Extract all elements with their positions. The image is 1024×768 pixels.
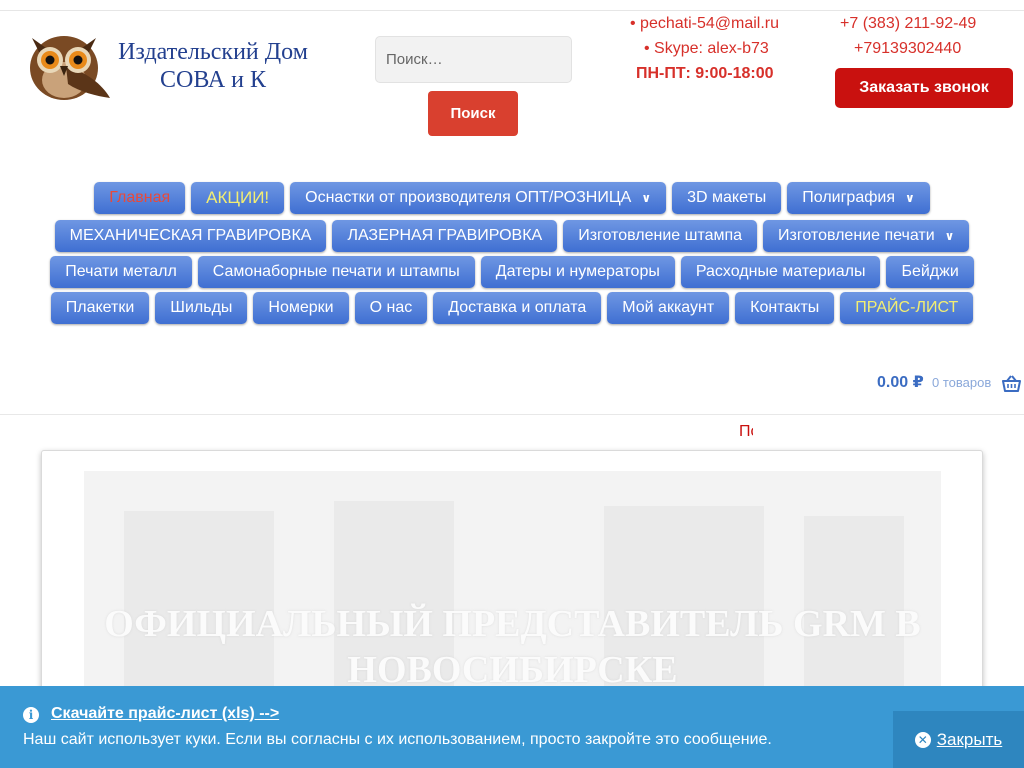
menu-item-label: Датеры и нумераторы (495, 263, 660, 280)
menu-item-metal-seals[interactable]: Печати металл (50, 256, 192, 288)
menu-item-label: ЛАЗЕРНАЯ ГРАВИРОВКА (347, 227, 543, 244)
info-icon: i (23, 707, 39, 723)
menu-item-label: Мой аккаунт (622, 299, 715, 316)
header-divider (0, 414, 1024, 415)
menu-row-1: Главная АКЦИИ! Оснастки от производителя… (0, 182, 1024, 214)
menu-item-laser-engraving[interactable]: ЛАЗЕРНАЯ ГРАВИРОВКА (332, 220, 558, 252)
price-list-download-link[interactable]: Скачайте прайс-лист (xls) --> (51, 705, 279, 723)
menu-item-price-list[interactable]: ПРАЙС-ЛИСТ (840, 292, 974, 324)
menu-row-3: Печати металл Самонаборные печати и штам… (0, 256, 1024, 288)
menu-item-self-inking[interactable]: Самонаборные печати и штампы (197, 256, 475, 288)
site-logo[interactable]: Издательский Дом СОВА и К (16, 26, 326, 106)
menu-item-label: АКЦИИ! (206, 188, 270, 207)
top-divider (0, 10, 1024, 11)
menu-item-label: 3D макеты (687, 189, 767, 206)
phone-1[interactable]: +7 (383) 211-92-49 (840, 14, 976, 34)
cart-total[interactable]: 0.00 ₽ (877, 372, 924, 392)
chevron-down-icon[interactable]: ∨ (641, 182, 651, 214)
menu-item-label: Изготовление штампа (578, 227, 743, 244)
menu-item-label: Контакты (750, 299, 820, 316)
phone-2[interactable]: +79139302440 (854, 39, 961, 59)
cookie-close-button[interactable]: ✕ Закрыть (893, 711, 1024, 768)
logo-line-1: Издательский Дом (118, 39, 308, 65)
contact-email[interactable]: • pechati-54@mail.ru (630, 14, 779, 34)
close-label: Закрыть (936, 729, 1003, 749)
menu-item-seal-making[interactable]: Изготовление печати ∨ (763, 220, 970, 252)
logo-text: Издательский Дом СОВА и К (98, 38, 328, 94)
cart-count[interactable]: 0 товаров (932, 375, 991, 390)
menu-row-2: МЕХАНИЧЕСКАЯ ГРАВИРОВКА ЛАЗЕРНАЯ ГРАВИРО… (0, 220, 1024, 252)
menu-item-contacts[interactable]: Контакты (735, 292, 835, 324)
menu-item-label: МЕХАНИЧЕСКАЯ ГРАВИРОВКА (69, 227, 312, 244)
menu-item-about[interactable]: О нас (354, 292, 428, 324)
banner-title-line-1: ОФИЦИАЛЬНЫЙ ПРЕДСТАВИТЕЛЬ GRM В (104, 603, 921, 645)
menu-item-stamps-wholesale[interactable]: Оснастки от производителя ОПТ/РОЗНИЦА ∨ (290, 182, 667, 214)
menu-item-label: Изготовление печати (778, 227, 935, 244)
menu-item-promo[interactable]: АКЦИИ! (191, 182, 285, 214)
menu-item-label: Оснастки от производителя ОПТ/РОЗНИЦА (305, 189, 632, 206)
menu-item-daters[interactable]: Датеры и нумераторы (480, 256, 675, 288)
callback-button[interactable]: Заказать звонок (835, 68, 1013, 108)
close-circle-icon: ✕ (914, 731, 931, 748)
menu-item-3d-models[interactable]: 3D макеты (672, 182, 782, 214)
menu-item-label: Шильды (170, 299, 233, 316)
logo-line-2: СОВА и К (159, 67, 267, 93)
menu-item-label: Бейджи (901, 263, 959, 280)
menu-item-mechanical-engraving[interactable]: МЕХАНИЧЕСКАЯ ГРАВИРОВКА (54, 220, 327, 252)
menu-item-label: Печати металл (65, 263, 177, 280)
basket-icon[interactable] (1002, 375, 1021, 392)
menu-item-consumables[interactable]: Расходные материалы (680, 256, 881, 288)
menu-item-label: Главная (109, 189, 171, 206)
menu-item-stamp-making[interactable]: Изготовление штампа (563, 220, 758, 252)
cookie-message: Наш сайт использует куки. Если вы соглас… (23, 731, 772, 748)
menu-item-label: Доставка и оплата (448, 299, 587, 316)
menu-item-label: Номерки (268, 299, 334, 316)
menu-item-badges[interactable]: Бейджи (886, 256, 974, 288)
menu-item-account[interactable]: Мой аккаунт (607, 292, 730, 324)
search-input[interactable] (375, 36, 572, 83)
working-hours: ПН-ПТ: 9:00-18:00 (636, 65, 774, 82)
menu-row-4: Плакетки Шильды Номерки О нас Доставка и… (0, 292, 1024, 324)
menu-item-label: Плакетки (65, 299, 135, 316)
contact-skype[interactable]: • Skype: alex-b73 (644, 39, 769, 59)
chevron-down-icon[interactable]: ∨ (945, 220, 955, 252)
menu-item-label: Расходные материалы (695, 263, 866, 280)
menu-item-home[interactable]: Главная (94, 182, 186, 214)
search-button[interactable]: Поиск (428, 91, 518, 136)
cookie-notice: i Скачайте прайс-лист (xls) --> Наш сайт… (0, 686, 1024, 768)
banner-title: ОФИЦИАЛЬНЫЙ ПРЕДСТАВИТЕЛЬ GRM В НОВОСИБИ… (84, 601, 941, 693)
menu-item-label: ПРАЙС-ЛИСТ (855, 299, 959, 316)
menu-item-tags[interactable]: Номерки (253, 292, 349, 324)
menu-item-plaques[interactable]: Плакетки (50, 292, 150, 324)
menu-item-nameplates[interactable]: Шильды (155, 292, 248, 324)
menu-item-label: Самонаборные печати и штампы (212, 263, 460, 280)
menu-item-label: Полиграфия (802, 189, 895, 206)
menu-item-delivery[interactable]: Доставка и оплата (433, 292, 602, 324)
chevron-down-icon[interactable]: ∨ (905, 182, 915, 214)
marquee-ticker: По (739, 423, 753, 440)
menu-item-label: О нас (369, 299, 413, 316)
menu-item-printing[interactable]: Полиграфия ∨ (787, 182, 930, 214)
